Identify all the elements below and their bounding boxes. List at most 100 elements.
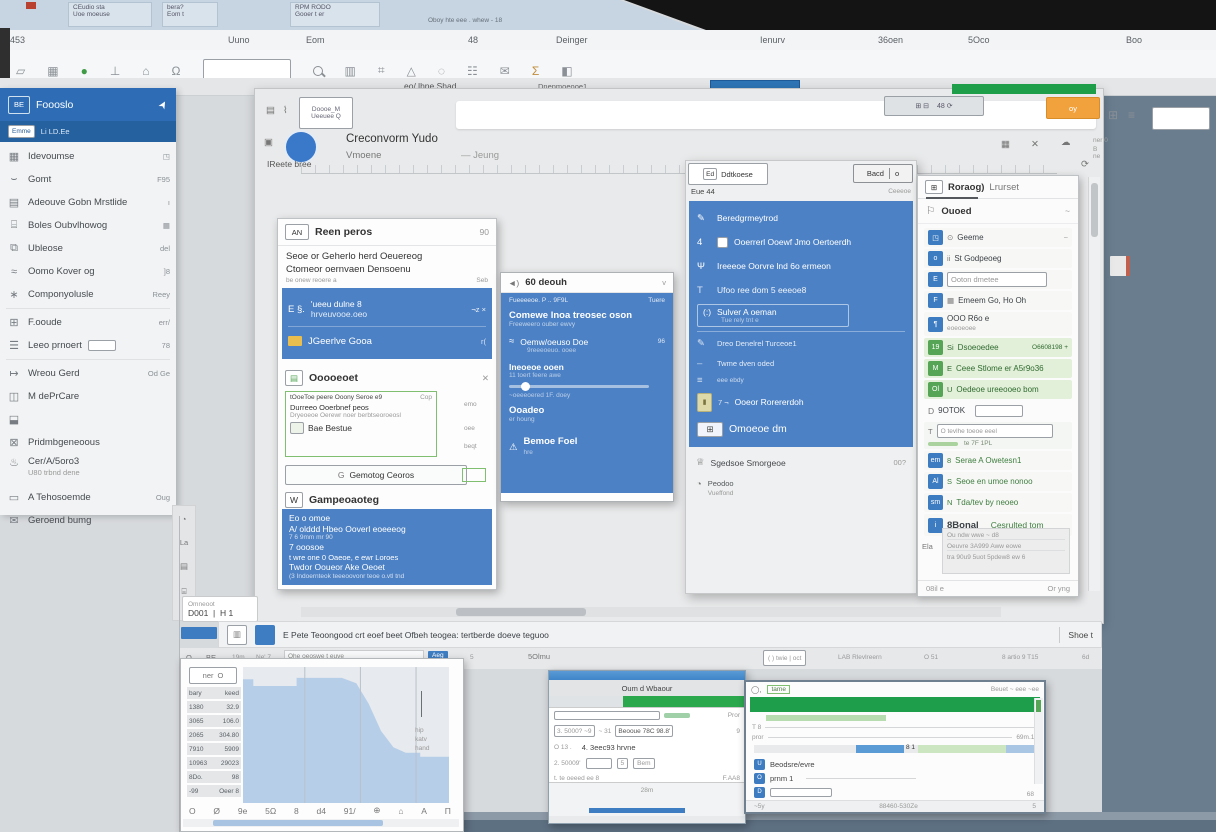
right-rail[interactable]	[1034, 698, 1043, 784]
ribbon-icon[interactable]: Ω	[172, 64, 181, 78]
menu-item[interactable]: Uuno	[228, 35, 250, 45]
step-item[interactable]: ◳⊙Geeme~	[924, 228, 1072, 247]
tool-icon[interactable]: ⊕	[373, 805, 380, 816]
app-tab[interactable]: RPM RODO Gooer t er	[290, 2, 380, 27]
ribbon-icon[interactable]: ≡	[1128, 108, 1135, 122]
flyout-card[interactable]: Doooe_M Ueeuee Q	[299, 97, 353, 129]
flag-row[interactable]: ⚐ Ouoed ~	[918, 199, 1078, 224]
option-row-folder[interactable]: JGeerlve Gooa r(	[288, 327, 486, 355]
tool-icon[interactable]: Ø	[213, 806, 220, 816]
settings-option[interactable]: –Twme dven oded	[697, 354, 905, 372]
checkbox-icon[interactable]	[717, 237, 728, 248]
ribbon-icon[interactable]: ⊥	[110, 64, 120, 78]
scrollbar-thumb[interactable]	[456, 608, 586, 616]
app-tab[interactable]: bera? Eom t	[162, 2, 218, 27]
settings-tab[interactable]: Ed Ddtkoese	[688, 163, 768, 185]
chart-scrollbar[interactable]	[183, 819, 459, 827]
close-icon[interactable]: ✕	[482, 373, 489, 384]
sidebar-item[interactable]: ▤Adeouve Gobn Mrstlideı	[0, 191, 176, 214]
mini-blue-button[interactable]	[181, 627, 217, 639]
settings-option[interactable]: ΨIreeeoe Oorvre lnd 6o ermeon	[697, 254, 905, 278]
menu-item[interactable]: 36oen	[878, 35, 903, 45]
more-icon[interactable]: ~	[1065, 206, 1070, 216]
selected-option-block[interactable]: E §. 'ueeu dulne 8hrveuvooe.oeo ¬z × JGe…	[282, 288, 492, 359]
sidebar-item[interactable]: ⊠Pridmbgeneoous	[0, 431, 176, 454]
document-tab[interactable]: Omneoot D001 | H 1	[182, 596, 258, 622]
form-slider[interactable]	[664, 713, 690, 718]
menu-item[interactable]: 453	[10, 35, 25, 45]
slider-thumb[interactable]	[521, 382, 530, 391]
toggle-group[interactable]: ( ) twie | oct	[763, 650, 806, 666]
step-item-input[interactable]: EOoton dmetee	[924, 270, 1072, 289]
transfer-item[interactable]: UBeodsre/evre	[754, 757, 1036, 771]
form-field[interactable]: 3. 5000? ~9	[554, 725, 595, 737]
sidebar-item[interactable]: ▭A TehosoemdeOug	[0, 486, 176, 509]
settings-option[interactable]: ⊞ Omoeoe dm	[697, 416, 905, 442]
inline-input[interactable]	[975, 405, 1023, 417]
menu-item[interactable]: Deinger	[556, 35, 588, 45]
app-tab[interactable]: CEudio sta Uoe moeuse	[68, 2, 152, 27]
step-item[interactable]: em8Serae A Owetesn1	[924, 451, 1072, 470]
ribbon-icon[interactable]: ⊞	[1108, 108, 1118, 122]
feature-item[interactable]: Bae Bestue	[290, 422, 432, 434]
ribbon-box[interactable]	[1152, 107, 1210, 130]
horizontal-scrollbar[interactable]	[301, 607, 1001, 617]
settings-option[interactable]: ≡eee ebdy	[697, 372, 905, 388]
desktop-shortcut-icon[interactable]	[1110, 256, 1130, 276]
transfer-item[interactable]: Oprnm 1	[754, 771, 1036, 785]
settings-option-boxed[interactable]: (:)Sulver A oeman Tue rely tnt e	[697, 304, 849, 327]
ribbon-icon[interactable]: ▱	[16, 64, 25, 78]
settings-option[interactable]: ▮ 7 ¬ Ooeor Rorererdoh	[697, 388, 905, 416]
sound-footer[interactable]: ⚠ Bemoe Foelhre	[509, 437, 665, 458]
menu-item[interactable]: 5Oco	[968, 35, 990, 45]
inline-input[interactable]	[88, 340, 116, 351]
clock-icon[interactable]: ◔	[181, 514, 186, 524]
pending-row[interactable]: ◔ PeodooVueffond	[696, 479, 906, 498]
form-input[interactable]	[586, 758, 612, 769]
generator-row[interactable]: G Gemotog Ceoros	[285, 465, 467, 485]
clip-icon[interactable]: ⌇	[283, 105, 288, 116]
sidebar-item[interactable]: ♨Cer/A/5oro3U80 trbnd dene	[0, 454, 176, 486]
green-mini-box[interactable]	[462, 468, 486, 482]
form-field[interactable]: 5	[617, 758, 629, 769]
option-row[interactable]: E §. 'ueeu dulne 8hrveuvooe.oeo ¬z ×	[288, 292, 486, 327]
tool-icon[interactable]: d4	[317, 806, 326, 816]
page-icon[interactable]: ▤	[266, 105, 275, 116]
sidebar-item[interactable]: ⧉Ubleosedel	[0, 237, 176, 260]
step-item[interactable]: AlSSeoe en umoe nonoo	[924, 472, 1072, 491]
tool-icon[interactable]: 5Ω	[265, 806, 276, 816]
menu-item[interactable]: Eom	[306, 35, 325, 45]
grid-icon[interactable]: ▦	[1001, 139, 1010, 150]
search-icon[interactable]	[313, 66, 323, 76]
step-item[interactable]: D9OTOK	[924, 401, 1072, 420]
ribbon-icon[interactable]: ☷	[467, 64, 478, 78]
back-button[interactable]: Bacd o	[853, 164, 913, 183]
tool-icon[interactable]: Π	[445, 806, 451, 816]
sidebar-item[interactable]: ⊞F.ooudeerr/	[0, 311, 176, 334]
ribbon-icon[interactable]: ⌂	[142, 64, 149, 78]
chart-header-chip[interactable]: ner O	[189, 667, 237, 684]
ribbon-icon[interactable]: ◧	[561, 64, 572, 78]
settings-option[interactable]: TUfoo ree dom 5 eeeoe8	[697, 278, 905, 302]
sidebar-item[interactable]: ✉Geroend bumg	[0, 509, 176, 532]
form-field[interactable]: Bem	[633, 758, 654, 769]
page-icon[interactable]: ▤	[180, 561, 188, 572]
vertical-scrollbar[interactable]	[1088, 177, 1100, 591]
ribbon-icon[interactable]: ✉	[500, 64, 510, 78]
step-item[interactable]: oiiSt Godpeoeg	[924, 249, 1072, 268]
sidebar-sub-chip[interactable]: Emme	[8, 125, 35, 138]
notification-strip[interactable]: ▥ E Pete Teoongood crt eoef beet Ofbeh t…	[218, 621, 1102, 648]
volume-slider[interactable]	[509, 385, 649, 388]
tool-icon[interactable]: 9e	[238, 806, 247, 816]
tool-icon[interactable]: ⌂	[398, 806, 403, 816]
option-row-icons[interactable]: ¬z ×	[471, 305, 486, 314]
inline-input[interactable]: O tevlhe toeoe eeel	[937, 424, 1053, 438]
tool-icon[interactable]: 91/	[344, 806, 356, 816]
sidebar-item[interactable]: ∗ComponyolusleReey	[0, 283, 176, 306]
command-pill[interactable]	[456, 101, 1096, 129]
tool-icon[interactable]: O	[189, 806, 196, 816]
ribbon-icon[interactable]: ▥	[345, 64, 356, 78]
rail-label[interactable]: La	[180, 538, 188, 547]
step-item-done[interactable]: OlUOedeoe ureeooeo bom	[924, 380, 1072, 399]
form-titlebar[interactable]	[549, 671, 745, 680]
